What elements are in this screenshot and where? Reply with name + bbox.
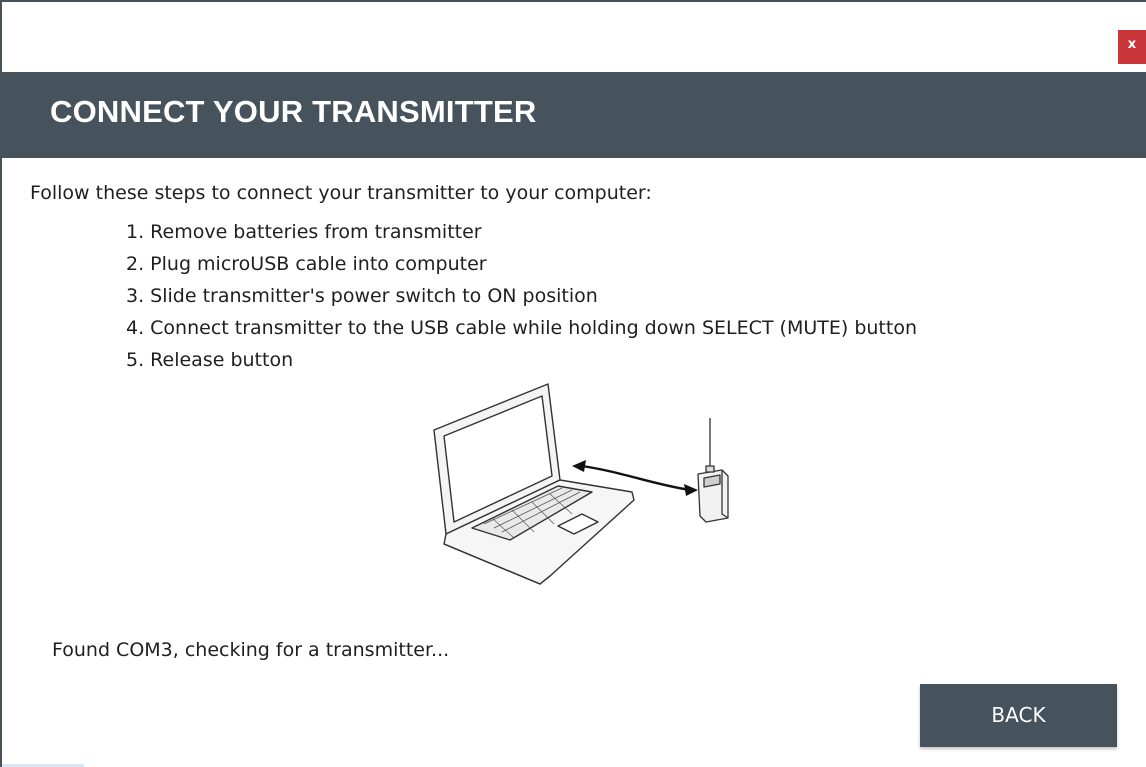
step-item: 4. Connect transmitter to the USB cable … bbox=[126, 317, 917, 339]
instructions-intro: Follow these steps to connect your trans… bbox=[30, 182, 652, 204]
header-band: CONNECT YOUR TRANSMITTER bbox=[2, 72, 1146, 158]
step-item: 5. Release button bbox=[126, 349, 294, 371]
transmitter-icon bbox=[697, 418, 729, 523]
laptop-transmitter-illustration bbox=[433, 383, 729, 585]
page-title: CONNECT YOUR TRANSMITTER bbox=[50, 94, 537, 129]
laptop-icon bbox=[433, 383, 635, 585]
back-button[interactable]: BACK bbox=[920, 684, 1117, 747]
steps-list: 1. Remove batteries from transmitter 2. … bbox=[126, 216, 917, 376]
status-message: Found COM3, checking for a transmitter..… bbox=[52, 639, 450, 661]
close-button[interactable]: x bbox=[1118, 30, 1146, 64]
step-item: 3. Slide transmitter's power switch to O… bbox=[126, 285, 598, 307]
connect-transmitter-window: x CONNECT YOUR TRANSMITTER Follow these … bbox=[0, 0, 1146, 767]
step-item: 2. Plug microUSB cable into computer bbox=[126, 253, 487, 275]
step-item: 1. Remove batteries from transmitter bbox=[126, 221, 482, 243]
